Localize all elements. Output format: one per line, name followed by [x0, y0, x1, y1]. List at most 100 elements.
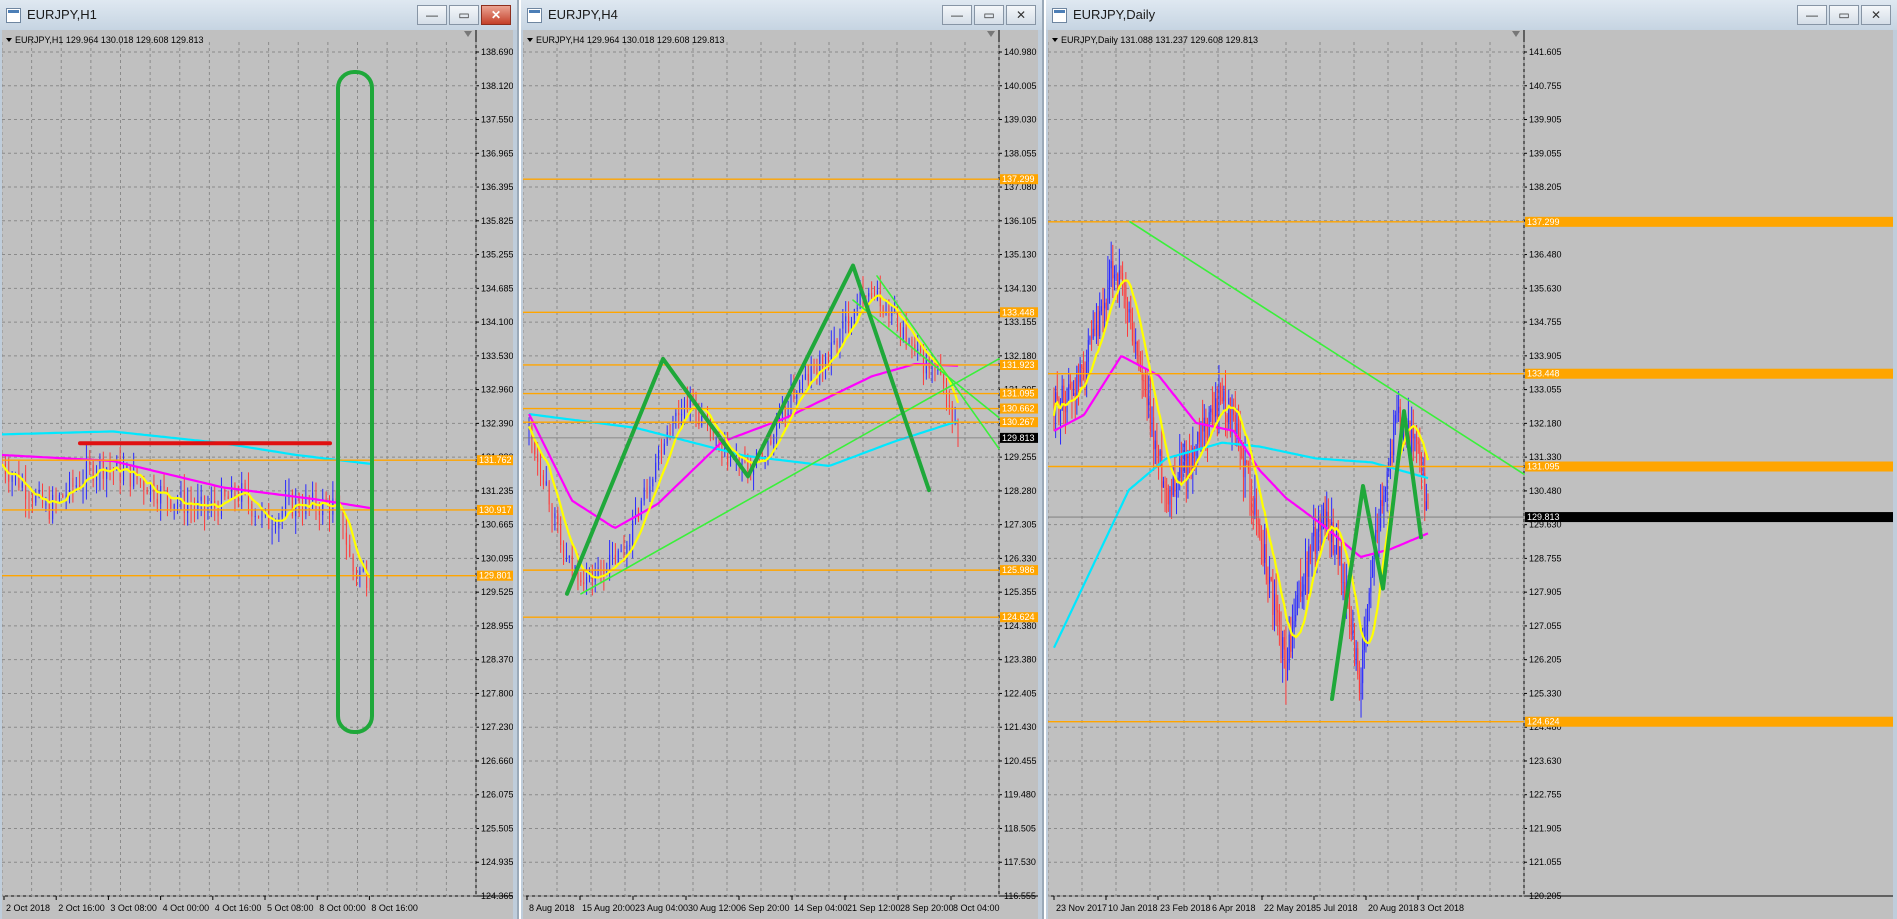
candle-body	[920, 348, 922, 352]
candle-body	[1308, 546, 1310, 577]
chart-window-icon	[1052, 8, 1067, 23]
price-tick-label: 122.755	[1529, 790, 1562, 800]
candle-body	[934, 367, 936, 371]
candle-body	[1262, 544, 1264, 563]
price-chart[interactable]: 140.980140.005139.030138.055137.080136.1…	[523, 30, 1038, 919]
candle-body	[1254, 498, 1256, 515]
close-button[interactable]: ✕	[481, 5, 511, 25]
chart-window-h1[interactable]: EURJPY,H1 — ▭ ✕ 138.690 138.120 137.550 136…	[0, 0, 519, 919]
window-title: EURJPY,H4	[548, 7, 618, 22]
price-tick-label: 134.100	[481, 317, 513, 327]
candle-body	[1362, 649, 1364, 684]
candle-body	[1143, 380, 1145, 382]
candle-body	[1288, 634, 1290, 663]
candle-body	[911, 339, 913, 345]
chart-window-daily[interactable]: EURJPY,Daily — ▭ ✕ 141.605 140.755 139.905…	[1046, 0, 1897, 919]
candle-body	[614, 554, 616, 564]
candle-body	[1148, 398, 1150, 406]
price-tick-label: 138.205	[1529, 182, 1562, 192]
candle-body	[773, 435, 775, 444]
price-tick-label: 117.530	[1004, 857, 1036, 867]
price-chart[interactable]: 138.690 138.120 137.550 136.965 136.395 135.8…	[2, 30, 513, 919]
candle-body	[1233, 409, 1235, 415]
candle-body	[349, 544, 351, 557]
candle-body	[1095, 324, 1097, 330]
candle-body	[89, 461, 91, 465]
candle-body	[784, 405, 786, 417]
window-titlebar[interactable]: EURJPY,H1 — ▭ ✕	[0, 0, 517, 30]
candle-body	[1394, 415, 1396, 425]
candle-body	[565, 557, 567, 562]
chart-window-h4[interactable]: EURJPY,H4 — ▭ ✕ 140.980 140.005 139.030 138…	[521, 0, 1044, 919]
current-price-label: 129.813	[1002, 433, 1035, 443]
minimize-button[interactable]: —	[417, 5, 447, 25]
candle-body	[1293, 621, 1295, 629]
candle-body	[902, 327, 904, 340]
maximize-button[interactable]: ▭	[1829, 5, 1859, 25]
price-tick-label: 121.430	[1004, 722, 1037, 732]
minimize-button[interactable]: —	[1797, 5, 1827, 25]
window-title: EURJPY,H1	[27, 7, 97, 22]
candle-body	[802, 378, 804, 382]
candle-body	[1113, 274, 1115, 279]
candle-body	[770, 440, 772, 444]
price-tick-label: 129.525	[481, 587, 513, 597]
candle-body	[220, 489, 222, 517]
candle-body	[1389, 451, 1391, 464]
level-price-tag	[1525, 368, 1893, 379]
candle-body	[678, 412, 680, 416]
candle-body	[163, 486, 165, 489]
time-tick-label: 4 Oct 00:00	[163, 903, 210, 913]
candle-body	[712, 438, 714, 440]
candle-body	[1060, 410, 1062, 423]
candle-body	[1368, 592, 1370, 605]
close-button[interactable]: ✕	[1006, 5, 1036, 25]
candle-body	[1251, 502, 1253, 512]
candle-body	[1358, 674, 1360, 694]
candle-body	[1309, 546, 1311, 562]
window-titlebar[interactable]: EURJPY,Daily — ▭ ✕	[1046, 0, 1897, 30]
candle-body	[1318, 517, 1320, 533]
price-tick-label: 128.755	[1529, 553, 1562, 563]
candle-body	[850, 319, 852, 327]
price-tick-label: 123.380	[1004, 655, 1037, 665]
candle-body	[1213, 414, 1215, 417]
maximize-button[interactable]: ▭	[449, 5, 479, 25]
candle-body	[1084, 378, 1086, 382]
candle-body	[767, 440, 769, 457]
price-tick-label: 118.505	[1004, 823, 1036, 833]
chart-area[interactable]: 141.605140.755139.905139.055138.205137.3…	[1048, 30, 1893, 919]
candle-body	[1272, 580, 1274, 615]
price-tick-label: 131.235	[481, 486, 513, 496]
candle-body	[1264, 544, 1266, 563]
price-tick-label: 130.095	[481, 553, 513, 563]
level-price-label: 131.095	[1002, 389, 1035, 399]
candle-body	[1277, 610, 1279, 613]
candle-body	[1367, 604, 1369, 626]
chart-area[interactable]: 140.980 140.005 139.030 138.055 137.080 136.1…	[523, 30, 1038, 919]
candle-body	[810, 366, 812, 381]
price-tick-label: 136.965	[481, 148, 513, 158]
chart-area[interactable]: 138.690 138.120 137.550 136.965 136.395 135.8…	[2, 30, 513, 919]
candle-body	[1151, 417, 1153, 432]
price-chart[interactable]: 141.605140.755139.905139.055138.205137.3…	[1048, 30, 1893, 919]
candle-body	[1161, 450, 1163, 488]
candle-body	[1058, 399, 1060, 423]
candle-body	[1076, 366, 1078, 400]
candle-body	[193, 506, 195, 510]
price-tick-label: 138.120	[481, 81, 513, 91]
price-tick-label: 130.665	[481, 520, 513, 530]
candle-body	[1102, 306, 1104, 309]
minimize-button[interactable]: —	[942, 5, 972, 25]
maximize-button[interactable]: ▭	[974, 5, 1004, 25]
candle-body	[571, 555, 573, 569]
candle-body	[217, 507, 219, 517]
window-titlebar[interactable]: EURJPY,H4 — ▭ ✕	[521, 0, 1042, 30]
close-button[interactable]: ✕	[1861, 5, 1891, 25]
time-tick-label: 4 Oct 16:00	[215, 903, 262, 913]
candle-body	[1342, 582, 1344, 584]
candle-body	[643, 487, 645, 501]
candle-body	[635, 507, 637, 521]
candle-body	[868, 293, 870, 297]
candle-body	[1200, 422, 1202, 442]
